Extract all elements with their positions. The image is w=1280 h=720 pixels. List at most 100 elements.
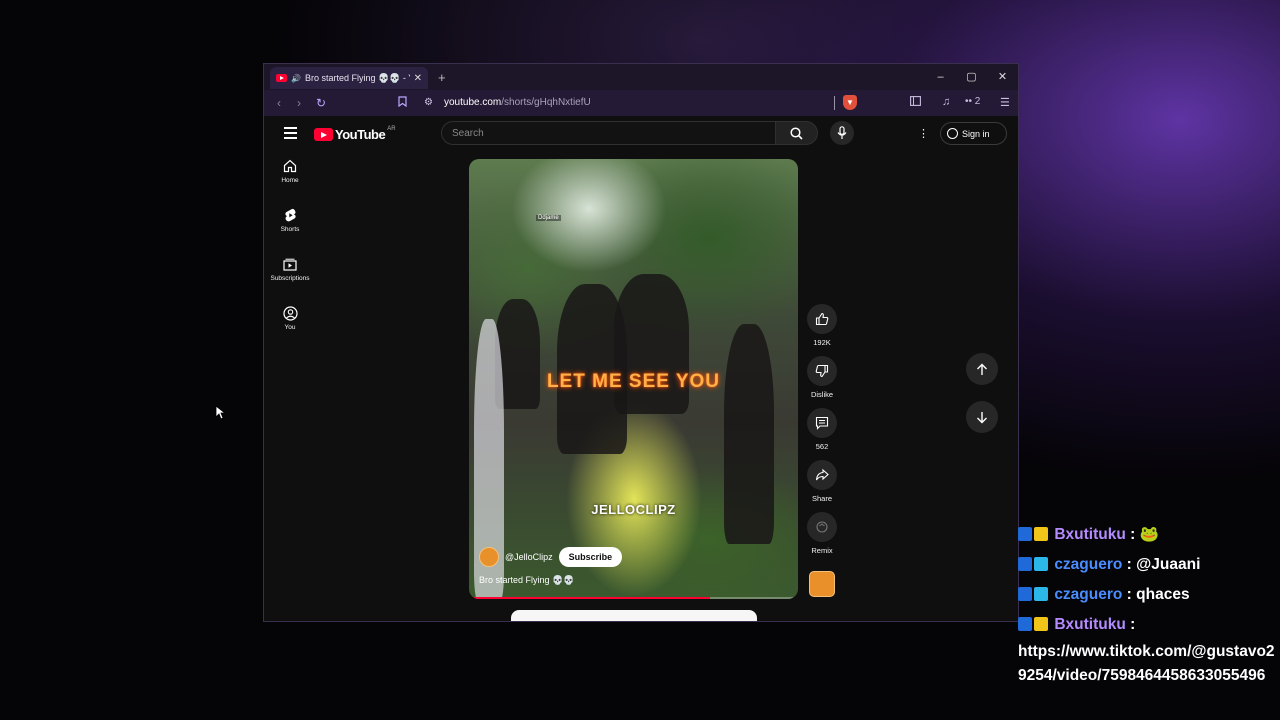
youtube-page: YouTube AR Search ⋮ Sign in Home Shorts … xyxy=(264,116,1018,621)
browser-menu-icon[interactable]: ☰ xyxy=(1000,96,1010,109)
hamburger-menu-icon[interactable] xyxy=(284,127,297,142)
sidebar-item-shorts[interactable]: Shorts xyxy=(264,205,316,254)
tab-close-icon[interactable]: ✕ xyxy=(414,73,422,84)
sidebar-panel-icon[interactable] xyxy=(910,96,921,109)
subscriptions-icon xyxy=(283,258,297,271)
video-small-watermark: Ddjame xyxy=(536,215,561,221)
youtube-logo[interactable]: YouTube AR xyxy=(314,126,396,142)
like-button[interactable] xyxy=(807,304,837,334)
logo-text: YouTube xyxy=(335,127,386,142)
sidebar-item-label: Home xyxy=(281,177,299,184)
forward-arrow-icon[interactable]: › xyxy=(294,96,304,110)
dislike-label: Dislike xyxy=(810,390,834,399)
youtube-header: YouTube AR Search ⋮ Sign in xyxy=(264,116,1018,152)
share-button[interactable] xyxy=(807,460,837,490)
next-short-button[interactable] xyxy=(966,401,998,433)
prime-badge-icon xyxy=(1018,617,1032,631)
arrow-up-icon xyxy=(977,363,987,375)
sidebar-item-home[interactable]: Home xyxy=(264,156,316,205)
url-field[interactable]: youtube.com/shorts/gHqhNxtiefU xyxy=(444,97,591,108)
url-path: /shorts/gHqhNxtiefU xyxy=(501,97,591,108)
maximize-button[interactable]: ▢ xyxy=(956,64,987,90)
site-settings-icon[interactable]: ⚙ xyxy=(424,97,433,108)
chat-separator: : xyxy=(1125,526,1140,543)
sidebar-item-label: You xyxy=(284,324,296,331)
remix-label: Remix xyxy=(811,546,833,555)
prime-badge-icon xyxy=(1018,557,1032,571)
video-figure xyxy=(614,274,689,414)
bookmark-icon[interactable] xyxy=(398,96,407,110)
channel-handle[interactable]: @JelloClipz xyxy=(505,552,553,562)
like-action: 192K xyxy=(806,304,838,356)
reload-icon[interactable]: ↻ xyxy=(316,96,326,110)
sidebar-item-label: Subscriptions xyxy=(270,275,310,282)
crown-badge-icon xyxy=(1034,527,1048,541)
share-icon xyxy=(815,468,829,481)
youtube-play-icon xyxy=(314,128,333,141)
minimize-button[interactable]: – xyxy=(925,64,956,90)
share-label: Share xyxy=(811,494,832,503)
window-controls: – ▢ ✕ xyxy=(925,64,1018,90)
remix-button[interactable] xyxy=(807,512,837,542)
channel-avatar[interactable] xyxy=(479,547,499,567)
search-input[interactable]: Search xyxy=(441,121,776,145)
back-arrow-icon[interactable]: ‹ xyxy=(274,96,284,110)
comments-button[interactable] xyxy=(807,408,837,438)
video-progress-fill xyxy=(474,597,711,599)
chat-username: Bxutituku xyxy=(1054,526,1126,543)
sign-in-label: Sign in xyxy=(962,128,990,139)
search-button[interactable] xyxy=(776,121,818,145)
browser-titlebar: 🔊 Bro started Flying 💀💀 - You ✕ + – ▢ ✕ xyxy=(264,64,1018,90)
youtube-favicon-icon xyxy=(276,74,287,82)
arrow-down-icon xyxy=(977,411,987,423)
short-video-player[interactable]: Ddjame LET ME SEE YOU JELLOCLIPZ @JelloC… xyxy=(469,159,798,599)
dislike-action: Dislike xyxy=(806,356,838,408)
chat-text: @Juaani xyxy=(1136,556,1201,573)
sidebar-item-subscriptions[interactable]: Subscriptions xyxy=(264,254,316,303)
browser-window: 🔊 Bro started Flying 💀💀 - You ✕ + – ▢ ✕ … xyxy=(263,63,1019,622)
video-progress-bar[interactable] xyxy=(474,597,793,599)
shield-icon[interactable]: ▼ xyxy=(843,95,857,110)
short-actions: 192K Dislike 562 Share Remix xyxy=(806,304,838,564)
close-window-button[interactable]: ✕ xyxy=(987,64,1018,90)
music-note-icon[interactable]: ♫ xyxy=(942,96,950,108)
short-title[interactable]: Bro started Flying 💀💀 xyxy=(479,575,574,586)
channel-info: @JelloClipz Subscribe xyxy=(479,547,623,567)
browser-tab-active[interactable]: 🔊 Bro started Flying 💀💀 - You ✕ xyxy=(270,67,428,89)
stream-chat-overlay: Bxutituku : 🐸 czaguero : @Juaani czaguer… xyxy=(1018,520,1280,688)
remix-action: Remix xyxy=(806,512,838,564)
speaker-icon[interactable]: 🔊 xyxy=(291,74,301,83)
chat-text: qhaces xyxy=(1136,586,1190,603)
sidebar-item-you[interactable]: You xyxy=(264,303,316,352)
thumbs-up-icon xyxy=(815,312,829,326)
comments-action: 562 xyxy=(806,408,838,460)
chat-message: Bxutituku : 🐸 xyxy=(1018,520,1280,550)
address-bar: ‹ › ↻ ⚙ youtube.com/shorts/gHqhNxtiefU ▼… xyxy=(264,90,1018,116)
more-options-icon[interactable]: ⋮ xyxy=(918,127,929,140)
comment-icon xyxy=(815,416,829,430)
youtube-sidebar: Home Shorts Subscriptions You xyxy=(264,156,316,352)
audio-thumbnail[interactable] xyxy=(809,571,835,597)
chat-username: czaguero xyxy=(1054,586,1123,603)
dislike-button[interactable] xyxy=(807,356,837,386)
subscribe-button[interactable]: Subscribe xyxy=(558,547,623,567)
crown-badge-icon xyxy=(1034,617,1048,631)
url-host: youtube.com xyxy=(444,97,502,108)
chat-text: 🐸 xyxy=(1139,526,1159,543)
remix-icon xyxy=(816,521,828,533)
share-action: Share xyxy=(806,460,838,512)
tab-title: Bro started Flying 💀💀 - You xyxy=(304,72,410,83)
chat-link-text[interactable]: https://www.tiktok.com/@gustavo29254/vid… xyxy=(1018,640,1280,688)
sign-in-button[interactable]: Sign in xyxy=(940,122,1007,145)
account-icon xyxy=(947,128,958,139)
next-short-preview[interactable] xyxy=(511,610,757,621)
prime-badge-icon xyxy=(1018,527,1032,541)
comment-count: 562 xyxy=(815,442,829,451)
extensions-icon[interactable]: •• 2 xyxy=(965,96,980,107)
user-icon xyxy=(282,305,298,321)
search-placeholder: Search xyxy=(452,128,484,139)
voice-search-button[interactable] xyxy=(830,121,854,145)
previous-short-button[interactable] xyxy=(966,353,998,385)
new-tab-button[interactable]: + xyxy=(438,70,446,85)
chat-message: Bxutituku : xyxy=(1018,610,1280,640)
